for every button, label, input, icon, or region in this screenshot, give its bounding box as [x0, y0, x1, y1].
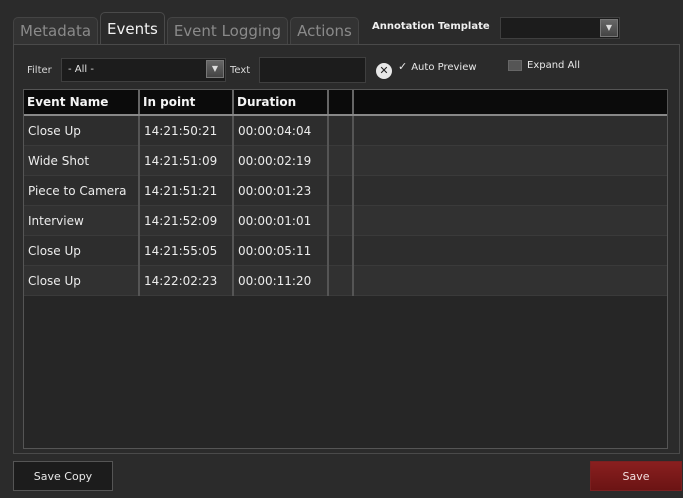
save-button[interactable]: Save: [590, 461, 682, 491]
event-name-cell: Close Up: [24, 265, 140, 296]
duration-cell: 00:00:04:04: [233, 115, 329, 146]
filter-label: Filter: [27, 65, 52, 76]
extra-cell: [328, 235, 354, 266]
in-point-cell: 14:21:51:09: [139, 145, 234, 176]
table-row[interactable]: Close Up 14:21:50:21 00:00:04:04: [24, 115, 667, 146]
chevron-down-icon[interactable]: ▼: [600, 19, 618, 37]
in-point-cell: 14:22:02:23: [139, 265, 234, 296]
in-point-cell: 14:21:50:21: [139, 115, 234, 146]
extra-cell: [328, 115, 354, 146]
tab-metadata[interactable]: Metadata: [13, 17, 99, 44]
chevron-down-icon[interactable]: ▼: [206, 60, 224, 78]
column-header-event-name[interactable]: Event Name: [24, 90, 140, 116]
clear-icon[interactable]: ✕: [376, 63, 392, 79]
tab-events[interactable]: Events: [100, 12, 165, 44]
event-name-cell: Piece to Camera: [24, 175, 140, 206]
column-header-in-point[interactable]: In point: [139, 90, 234, 116]
tab-bar: Metadata Events Event Logging Actions: [13, 12, 361, 44]
tab-actions[interactable]: Actions: [290, 17, 359, 44]
extra-cell: [328, 145, 354, 176]
checkbox-box: [508, 60, 522, 71]
event-name-cell: Close Up: [24, 115, 140, 146]
table-row[interactable]: Piece to Camera 14:21:51:21 00:00:01:23: [24, 175, 667, 206]
table-header-row: Event Name In point Duration: [24, 90, 667, 116]
auto-preview-label: Auto Preview: [411, 62, 477, 73]
expand-all-label: Expand All: [527, 60, 580, 71]
extra-cell: [328, 265, 354, 296]
expand-all-checkbox[interactable]: Expand All: [508, 60, 580, 71]
save-copy-button[interactable]: Save Copy: [13, 461, 113, 491]
filler-cell: [353, 175, 667, 206]
filler-cell: [353, 265, 667, 296]
auto-preview-checkbox[interactable]: ✓ Auto Preview: [398, 60, 477, 73]
text-filter-input[interactable]: [259, 57, 366, 83]
events-table: Event Name In point Duration Close Up 14…: [23, 89, 668, 449]
annotation-template-label: Annotation Template: [372, 21, 490, 32]
column-header-extra[interactable]: [328, 90, 354, 116]
in-point-cell: 14:21:52:09: [139, 205, 234, 236]
filter-select[interactable]: - All - ▼: [61, 58, 226, 82]
filler-cell: [353, 145, 667, 176]
annotation-template-select[interactable]: ▼: [500, 17, 620, 39]
event-name-cell: Wide Shot: [24, 145, 140, 176]
events-panel: Filter - All - ▼ Text ✕ ✓ Auto Preview Ex…: [13, 44, 680, 454]
extra-cell: [328, 205, 354, 236]
in-point-cell: 14:21:55:05: [139, 235, 234, 266]
filter-value: - All -: [68, 64, 94, 75]
column-header-duration[interactable]: Duration: [233, 90, 329, 116]
table-row[interactable]: Close Up 14:22:02:23 00:00:11:20: [24, 265, 667, 296]
duration-cell: 00:00:05:11: [233, 235, 329, 266]
checkmark-icon: ✓: [398, 60, 408, 73]
tab-event-logging[interactable]: Event Logging: [166, 17, 289, 44]
filler-cell: [353, 205, 667, 236]
duration-cell: 00:00:01:01: [233, 205, 329, 236]
event-name-cell: Close Up: [24, 235, 140, 266]
in-point-cell: 14:21:51:21: [139, 175, 234, 206]
duration-cell: 00:00:01:23: [233, 175, 329, 206]
filler-cell: [353, 115, 667, 146]
extra-cell: [328, 175, 354, 206]
duration-cell: 00:00:11:20: [233, 265, 329, 296]
filler-cell: [353, 235, 667, 266]
table-row[interactable]: Close Up 14:21:55:05 00:00:05:11: [24, 235, 667, 266]
table-row[interactable]: Wide Shot 14:21:51:09 00:00:02:19: [24, 145, 667, 176]
duration-cell: 00:00:02:19: [233, 145, 329, 176]
table-row[interactable]: Interview 14:21:52:09 00:00:01:01: [24, 205, 667, 236]
event-name-cell: Interview: [24, 205, 140, 236]
text-filter-label: Text: [230, 65, 251, 76]
column-header-filler: [353, 90, 667, 116]
